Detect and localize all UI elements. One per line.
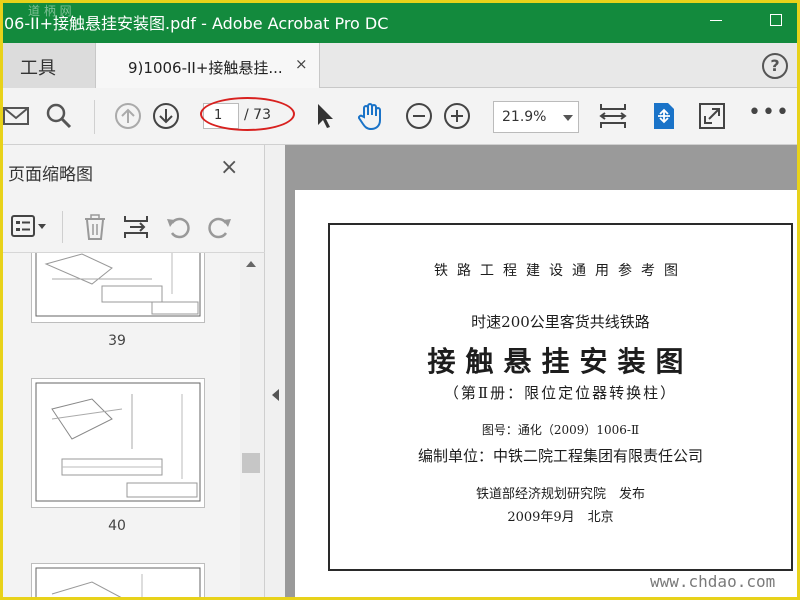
trash-icon[interactable] xyxy=(82,213,108,241)
pointer-icon[interactable] xyxy=(310,101,340,131)
thumbnail-page-41[interactable] xyxy=(31,563,205,600)
fit-page-icon[interactable] xyxy=(598,101,628,131)
tab-tools[interactable]: 工具 xyxy=(0,43,96,88)
panel-title: 页面缩略图 xyxy=(8,165,93,185)
toolbar: 1 / 73 21.9% ••• xyxy=(0,88,800,145)
cover-series-title: 铁路工程建设通用参考图 xyxy=(434,263,687,279)
scrollbar-thumb[interactable] xyxy=(242,453,260,473)
panel-toolbar xyxy=(0,203,265,253)
toolbar-divider xyxy=(94,100,95,134)
panel-divider xyxy=(62,211,63,243)
top-watermark: 道 柄 网 xyxy=(28,4,72,18)
cover-author: 编制单位：中铁二院工程集团有限责任公司 xyxy=(417,447,703,465)
thumbnail-label: 40 xyxy=(108,518,126,534)
hand-icon[interactable] xyxy=(355,101,385,131)
zoom-value: 21.9% xyxy=(502,109,547,125)
thumbnail-list: 39 40 xyxy=(0,253,240,600)
more-icon[interactable]: ••• xyxy=(748,100,790,125)
panel-close-icon[interactable]: × xyxy=(220,155,238,180)
tab-bar: 工具 9)1006-II+接触悬挂... × ? xyxy=(0,43,800,88)
insert-page-icon[interactable] xyxy=(122,213,150,241)
tab-document-label: 9)1006-II+接触悬挂... xyxy=(128,59,283,77)
cover-subtitle: 时速200公里客货共线铁路 xyxy=(471,313,650,331)
document-page: 铁路工程建设通用参考图 时速200公里客货共线铁路 接触悬挂安装图 （第Ⅱ册：限… xyxy=(295,190,800,600)
page-down-icon[interactable] xyxy=(151,101,181,131)
email-icon[interactable] xyxy=(2,101,32,131)
thumbnail-page-39[interactable] xyxy=(31,253,205,323)
collapse-panel-icon[interactable] xyxy=(272,389,279,401)
cover-publisher: 铁道部经济规划研究院 发布 xyxy=(475,487,645,502)
cover-main-title: 接触悬挂安装图 xyxy=(427,345,694,378)
tab-tools-label: 工具 xyxy=(20,58,56,79)
thumbnail-drawing xyxy=(35,253,201,317)
thumbnail-label: 39 xyxy=(108,333,126,349)
cover-volume: （第Ⅱ册：限位定位器转换柱） xyxy=(443,384,678,402)
cover-drawing-number: 图号：通化（2009）1006-Ⅱ xyxy=(481,423,640,437)
search-icon[interactable] xyxy=(44,101,74,131)
title-bar: 06-II+接触悬挂安装图.pdf - Adobe Acrobat Pro DC… xyxy=(0,0,800,43)
maximize-button[interactable] xyxy=(766,10,786,30)
site-watermark: www.chdao.com xyxy=(650,572,776,591)
fullscreen-icon[interactable] xyxy=(697,101,727,131)
thumbnail-scrollbar[interactable] xyxy=(240,253,264,600)
cover-border: 铁路工程建设通用参考图 时速200公里客货共线铁路 接触悬挂安装图 （第Ⅱ册：限… xyxy=(328,223,793,571)
chevron-down-icon xyxy=(563,115,573,121)
thumbnails-panel: 页面缩略图 × 39 40 xyxy=(0,145,265,600)
tab-close-icon[interactable]: × xyxy=(295,55,308,73)
panel-splitter[interactable] xyxy=(265,145,285,600)
thumbnail-drawing xyxy=(35,567,201,600)
thumbnail-options-icon[interactable] xyxy=(10,213,50,241)
scroll-mode-icon[interactable] xyxy=(648,101,678,131)
annotation-oval xyxy=(200,97,295,131)
minimize-button[interactable] xyxy=(707,10,727,30)
rotate-right-icon[interactable] xyxy=(206,213,234,241)
tab-document[interactable]: 9)1006-II+接触悬挂... × xyxy=(96,43,320,88)
zoom-in-icon[interactable] xyxy=(442,101,472,131)
thumbnail-page-40[interactable] xyxy=(31,378,205,508)
help-icon[interactable]: ? xyxy=(762,53,788,79)
document-view[interactable]: 铁路工程建设通用参考图 时速200公里客货共线铁路 接触悬挂安装图 （第Ⅱ册：限… xyxy=(285,145,800,600)
thumbnail-drawing xyxy=(35,382,201,502)
page-up-icon[interactable] xyxy=(113,101,143,131)
rotate-left-icon[interactable] xyxy=(164,213,192,241)
cover-date: 2009年9月 北京 xyxy=(507,510,614,525)
scroll-up-icon[interactable] xyxy=(246,261,256,267)
zoom-select[interactable]: 21.9% xyxy=(493,101,579,133)
zoom-out-icon[interactable] xyxy=(404,101,434,131)
